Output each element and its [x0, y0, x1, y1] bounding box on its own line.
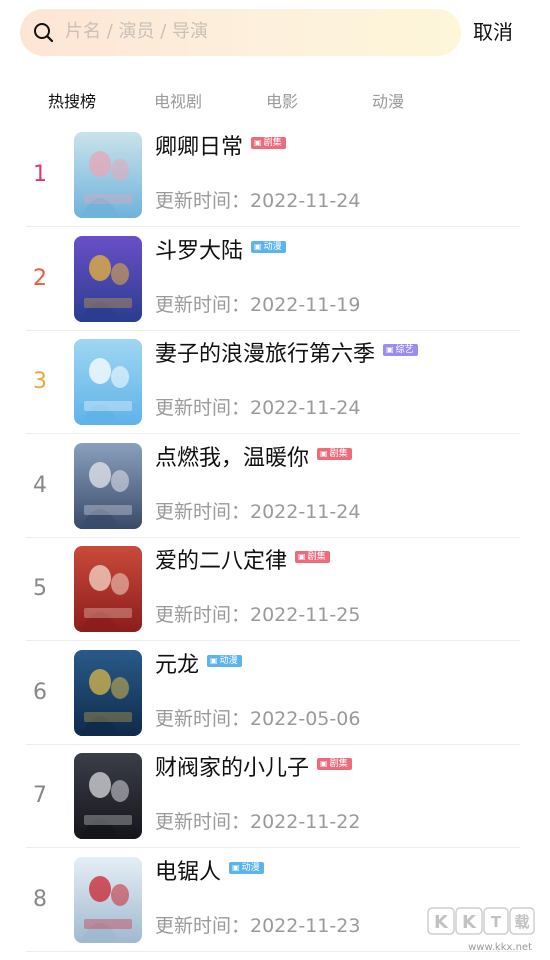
rank-number: 4 — [33, 473, 47, 498]
show-title-line[interactable]: 斗罗大陆 ▣ 动漫 — [155, 237, 286, 267]
svg-text:K: K — [434, 912, 449, 933]
category-badge: ▣ 动漫 — [229, 862, 264, 874]
category-badge-label: 剧集 — [329, 449, 348, 459]
tv-icon: ▣ — [386, 345, 394, 354]
show-title[interactable]: 爱的二八定律 — [155, 549, 287, 574]
poster-thumbnail[interactable] — [74, 546, 142, 632]
show-title-line[interactable]: 电锯人 ▣ 动漫 — [155, 858, 264, 888]
tv-icon: ▣ — [298, 552, 306, 561]
update-time: 更新时间：2022-11-22 — [155, 811, 361, 833]
category-badge: ▣ 剧集 — [295, 551, 330, 563]
update-time: 更新时间：2022-11-19 — [155, 294, 361, 316]
category-badge: ▣ 动漫 — [207, 655, 242, 667]
category-badge-label: 动漫 — [263, 242, 282, 252]
kkx-watermark-logo: K K T 载 www.kkx.net — [427, 907, 535, 953]
list-item[interactable]: 4 点燃我，温暖你 ▣ 剧集更新时间：2022-11-24 — [0, 434, 550, 538]
show-title-line[interactable]: 点燃我，温暖你 ▣ 剧集 — [155, 444, 352, 474]
category-badge-label: 剧集 — [263, 138, 282, 148]
show-title[interactable]: 卿卿日常 — [155, 135, 243, 160]
poster-thumbnail[interactable] — [74, 443, 142, 529]
rank-number: 7 — [33, 783, 47, 808]
list-item[interactable]: 6 元龙 ▣ 动漫更新时间：2022-05-06 — [0, 641, 550, 745]
rank-number: 8 — [33, 887, 47, 912]
category-badge: ▣ 动漫 — [251, 241, 286, 253]
update-time: 更新时间：2022-11-25 — [155, 604, 361, 626]
list-item[interactable]: 1 卿卿日常 ▣ 剧集更新时间：2022-11-24 — [0, 123, 550, 227]
rank-number: 5 — [33, 576, 47, 601]
category-badge-label: 动漫 — [241, 863, 260, 873]
show-title[interactable]: 财阀家的小儿子 — [155, 756, 309, 781]
category-tabs: 热搜榜 电视剧 电影 动漫 — [0, 86, 550, 120]
category-badge-label: 综艺 — [395, 345, 414, 355]
search-icon — [34, 23, 54, 43]
update-time: 更新时间：2022-05-06 — [155, 708, 361, 730]
category-badge: ▣ 综艺 — [383, 344, 418, 356]
show-title[interactable]: 妻子的浪漫旅行第六季 — [155, 342, 375, 367]
show-title[interactable]: 元龙 — [155, 653, 199, 678]
show-title[interactable]: 点燃我，温暖你 — [155, 446, 309, 471]
poster-thumbnail[interactable] — [74, 236, 142, 322]
rank-number: 2 — [33, 266, 47, 291]
tab-hot-search[interactable]: 热搜榜 — [48, 92, 96, 112]
category-badge: ▣ 剧集 — [317, 758, 352, 770]
poster-thumbnail[interactable] — [74, 650, 142, 736]
update-time: 更新时间：2022-11-24 — [155, 190, 361, 212]
category-badge: ▣ 剧集 — [317, 448, 352, 460]
tv-icon: ▣ — [232, 863, 240, 872]
update-time: 更新时间：2022-11-23 — [155, 915, 361, 937]
category-badge-label: 动漫 — [219, 656, 238, 666]
tv-icon: ▣ — [320, 449, 328, 458]
poster-thumbnail[interactable] — [74, 753, 142, 839]
search-box[interactable]: 片名 / 演员 / 导演 — [20, 9, 461, 56]
category-badge-label: 剧集 — [329, 759, 348, 769]
search-header: 片名 / 演员 / 导演 取消 — [0, 0, 550, 66]
list-item[interactable]: 5 爱的二八定律 ▣ 剧集更新时间：2022-11-25 — [0, 537, 550, 641]
svg-text:K: K — [462, 912, 477, 933]
rank-number: 3 — [33, 369, 47, 394]
show-title-line[interactable]: 财阀家的小儿子 ▣ 剧集 — [155, 754, 352, 784]
rank-number: 1 — [33, 162, 47, 187]
cancel-button[interactable]: 取消 — [473, 18, 513, 46]
tv-icon: ▣ — [320, 759, 328, 768]
show-title[interactable]: 斗罗大陆 — [155, 239, 243, 264]
poster-thumbnail[interactable] — [74, 339, 142, 425]
tab-tv-series[interactable]: 电视剧 — [154, 92, 202, 112]
svg-text:T: T — [491, 913, 502, 931]
tab-movies[interactable]: 电影 — [266, 92, 298, 112]
tv-icon: ▣ — [210, 656, 218, 665]
tv-icon: ▣ — [254, 138, 262, 147]
poster-thumbnail[interactable] — [74, 857, 142, 943]
category-badge-label: 剧集 — [307, 552, 326, 562]
show-title-line[interactable]: 卿卿日常 ▣ 剧集 — [155, 133, 286, 163]
show-title-line[interactable]: 妻子的浪漫旅行第六季 ▣ 综艺 — [155, 340, 418, 370]
update-time: 更新时间：2022-11-24 — [155, 501, 361, 523]
list-item[interactable]: 7 财阀家的小儿子 ▣ 剧集更新时间：2022-11-22 — [0, 744, 550, 848]
search-input[interactable]: 片名 / 演员 / 导演 — [65, 21, 208, 43]
category-badge: ▣ 剧集 — [251, 137, 286, 149]
watermark-url: www.kkx.net — [468, 942, 532, 953]
update-time: 更新时间：2022-11-24 — [155, 397, 361, 419]
tv-icon: ▣ — [254, 242, 262, 251]
svg-text:载: 载 — [514, 913, 529, 931]
show-title[interactable]: 电锯人 — [155, 860, 221, 885]
rank-number: 6 — [33, 680, 47, 705]
show-title-line[interactable]: 元龙 ▣ 动漫 — [155, 651, 242, 681]
list-item[interactable]: 3 妻子的浪漫旅行第六季 ▣ 综艺更新时间：2022-11-24 — [0, 330, 550, 434]
poster-thumbnail[interactable] — [74, 132, 142, 218]
show-title-line[interactable]: 爱的二八定律 ▣ 剧集 — [155, 547, 330, 577]
list-item[interactable]: 2 斗罗大陆 ▣ 动漫更新时间：2022-11-19 — [0, 227, 550, 331]
tab-anime[interactable]: 动漫 — [372, 92, 404, 112]
